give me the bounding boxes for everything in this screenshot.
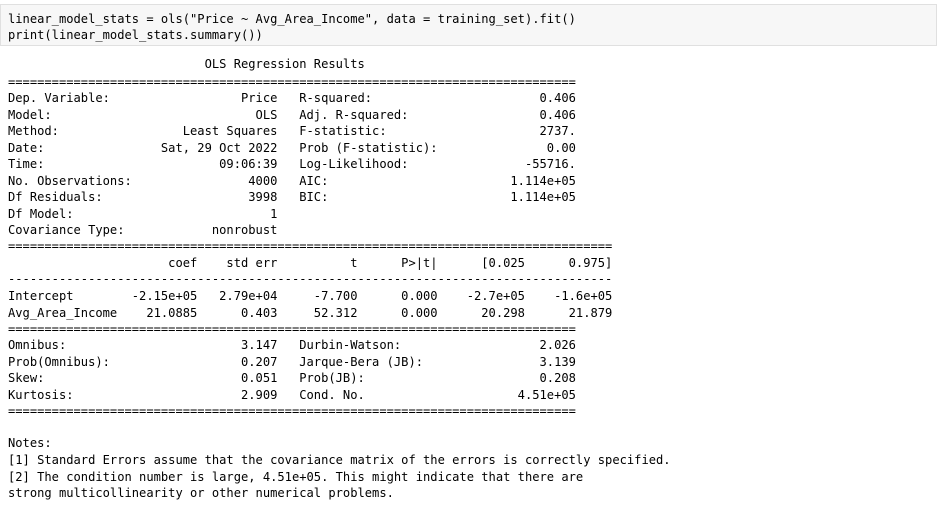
summary-row: Model: OLS Adj. R-squared: 0.406	[8, 107, 576, 122]
diag-row: Omnibus: 3.147 Durbin-Watson: 2.026	[8, 338, 576, 352]
summary-row: Date: Sat, 29 Oct 2022 Prob (F-statistic…	[8, 140, 576, 155]
separator-double: ========================================…	[8, 404, 576, 418]
summary-title: OLS Regression Results	[8, 57, 569, 71]
cell-output: OLS Regression Results =================…	[8, 0, 671, 500]
code-line-2: print(linear_model_stats.summary())	[8, 28, 263, 42]
coef-header: coef std err t P>|t| [0.025 0.975]	[8, 256, 613, 270]
summary-row: Covariance Type: nonrobust	[8, 223, 576, 237]
separator-dashed: ----------------------------------------…	[8, 272, 613, 286]
diag-row: Kurtosis: 2.909 Cond. No. 4.51e+05	[8, 387, 576, 402]
summary-row: Df Model: 1	[8, 206, 576, 221]
summary-row: Df Residuals: 3998 BIC: 1.114e+05	[8, 190, 576, 204]
diag-row: Prob(Omnibus): 0.207 Jarque-Bera (JB): 3…	[8, 354, 576, 369]
diag-row: Skew: 0.051 Prob(JB): 0.208	[8, 371, 576, 385]
separator-double: ========================================…	[8, 322, 576, 336]
note-line: [1] Standard Errors assume that the cova…	[8, 453, 671, 467]
summary-row: No. Observations: 4000 AIC: 1.114e+05	[8, 173, 576, 188]
summary-row: Method: Least Squares F-statistic: 2737.	[8, 124, 576, 138]
note-line: [2] The condition number is large, 4.51e…	[8, 469, 584, 484]
notes-title: Notes:	[8, 436, 52, 450]
coef-row: Intercept -2.15e+05 2.79e+04 -7.700 0.00…	[8, 289, 613, 303]
code-line-1: linear_model_stats = ols("Price ~ Avg_Ar…	[8, 12, 576, 26]
separator-double: ========================================…	[8, 75, 576, 89]
summary-row: Dep. Variable: Price R-squared: 0.406	[8, 91, 576, 105]
coef-row: Avg_Area_Income 21.0885 0.403 52.312 0.0…	[8, 305, 613, 320]
note-line: strong multicollinearity or other numeri…	[8, 486, 394, 500]
summary-row: Time: 09:06:39 Log-Likelihood: -55716.	[8, 157, 576, 171]
code-cell[interactable]: linear_model_stats = ols("Price ~ Avg_Ar…	[0, 4, 937, 46]
separator-double: ========================================…	[8, 239, 613, 253]
